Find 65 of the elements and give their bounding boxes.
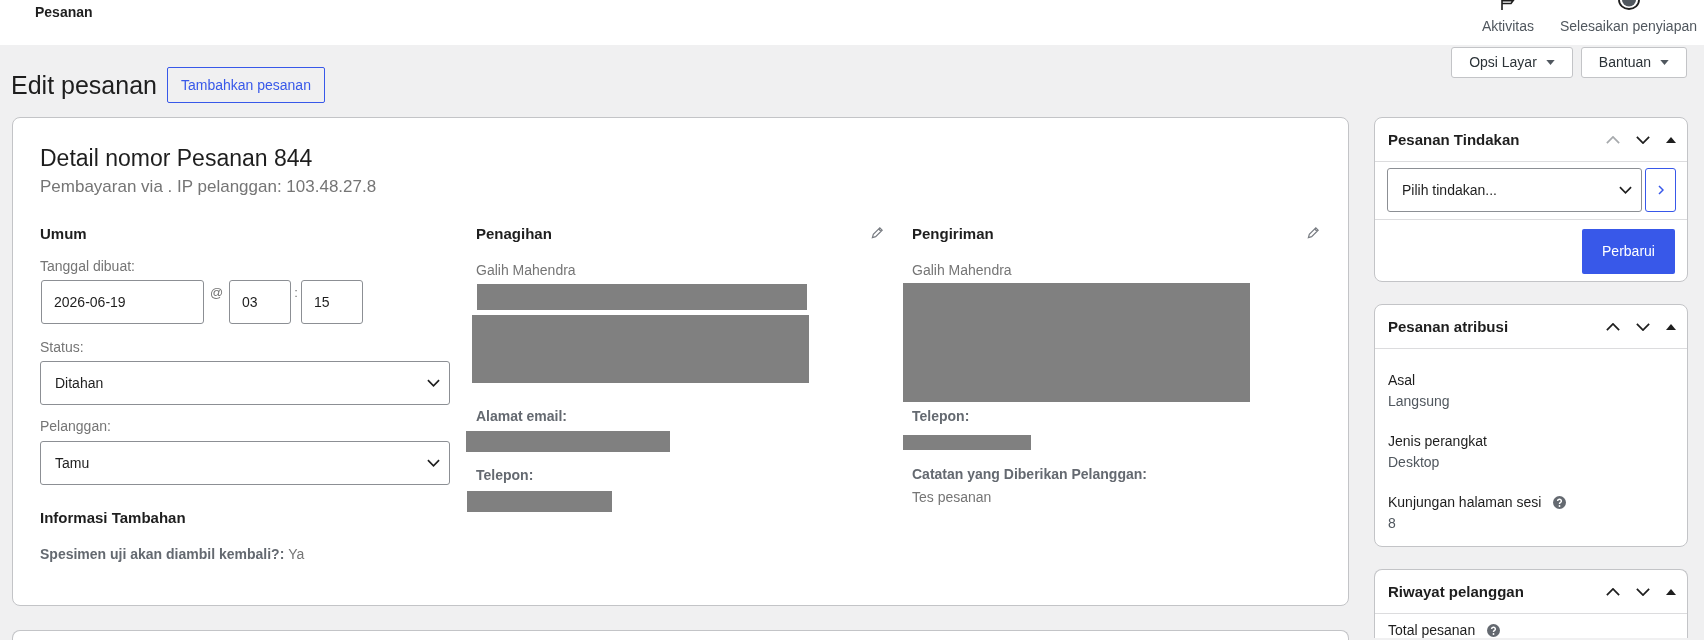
minute-input[interactable]: 15 (301, 280, 363, 324)
status-select[interactable]: Ditahan (40, 361, 450, 405)
field-label: Pelanggan: (40, 417, 111, 435)
panel-title: Riwayat pelanggan (1388, 581, 1524, 602)
field-label: Alamat email: (476, 407, 568, 425)
attribute-label: Total pesanan (1388, 622, 1476, 638)
customer-name: Galih Mahendra (476, 261, 576, 279)
apply-action-button[interactable] (1645, 168, 1676, 212)
panel-title: Pesanan Tindakan (1388, 129, 1520, 150)
screen-tab[interactable]: Bantuan (1580, 47, 1687, 78)
field-label: Catatan yang Diberikan Pelanggan: (912, 465, 1147, 483)
field-label: Status: (40, 338, 84, 356)
triangle-up-icon[interactable] (1666, 588, 1676, 595)
section-heading: Umum (40, 224, 87, 244)
pencil-icon[interactable] (1307, 226, 1320, 239)
hour-input[interactable]: 03 (229, 280, 291, 324)
attribute-label: Asal (1388, 371, 1416, 390)
caret-down-icon (1660, 60, 1669, 65)
chevron-down-icon[interactable] (1636, 587, 1650, 596)
chevron-down-icon[interactable] (1636, 135, 1650, 144)
section-heading: Penagihan (476, 224, 552, 244)
add-order-button[interactable]: Tambahkan pesanan (166, 67, 325, 103)
panel-title: Pesanan atribusi (1388, 316, 1509, 337)
customer-name: Galih Mahendra (912, 261, 1012, 279)
field-label: Telepon: (476, 466, 534, 484)
update-button[interactable]: Perbarui (1582, 229, 1675, 274)
customer-select[interactable]: Tamu (40, 441, 450, 485)
toolbar-button[interactable]: Aktivitas (1481, 0, 1534, 45)
triangle-up-icon[interactable] (1666, 136, 1676, 143)
field-value: Tes pesanan (912, 488, 992, 506)
time-separator: : (293, 284, 299, 301)
section-heading: Informasi Tambahan (40, 508, 186, 528)
attribute-value: Desktop (1388, 453, 1441, 472)
attribute-value: 8 (1388, 514, 1397, 533)
screen-tab[interactable]: Opsi Layar (1451, 47, 1573, 78)
chevron-up-icon[interactable] (1606, 322, 1620, 331)
date-input[interactable]: 2026-06-19 (41, 280, 204, 324)
order-title: Detail nomor Pesanan 844 (40, 144, 314, 172)
help-icon[interactable] (1487, 623, 1501, 637)
page-title: Pesanan (35, 4, 93, 20)
chevron-right-icon (1657, 185, 1664, 195)
section-heading: Pengiriman (912, 224, 994, 244)
attribute-label: Jenis perangkat (1388, 432, 1487, 451)
attribute-label: Kunjungan halaman sesi (1388, 493, 1542, 512)
toolbar-button[interactable]: Selesaikan penyiapan (1560, 0, 1697, 45)
field-label: Spesimen uji akan diambil kembali?: (40, 545, 285, 563)
field-label: Telepon: (912, 407, 970, 425)
at-sign: @ (208, 284, 225, 301)
action-select[interactable]: Pilih tindakan... (1387, 168, 1642, 212)
field-value: Ya (288, 545, 305, 563)
attribute-value: Langsung (1388, 392, 1451, 411)
help-icon[interactable] (1553, 495, 1567, 509)
caret-down-icon (1545, 60, 1555, 65)
triangle-up-icon[interactable] (1666, 323, 1676, 330)
pencil-icon[interactable] (871, 226, 884, 239)
progress-ring-icon[interactable] (1617, 0, 1640, 10)
order-subtitle: Pembayaran via . IP pelanggan: 103.48.27.8 (40, 176, 378, 198)
chevron-down-icon[interactable] (1636, 322, 1650, 331)
chevron-down-icon (427, 379, 440, 387)
chevron-down-icon (1619, 186, 1632, 194)
flag-icon[interactable] (1499, 0, 1516, 10)
page-heading: Edit pesanan (11, 70, 157, 101)
chevron-down-icon (427, 459, 440, 467)
chevron-up-icon[interactable] (1606, 587, 1620, 596)
field-label: Tanggal dibuat: (40, 257, 135, 275)
